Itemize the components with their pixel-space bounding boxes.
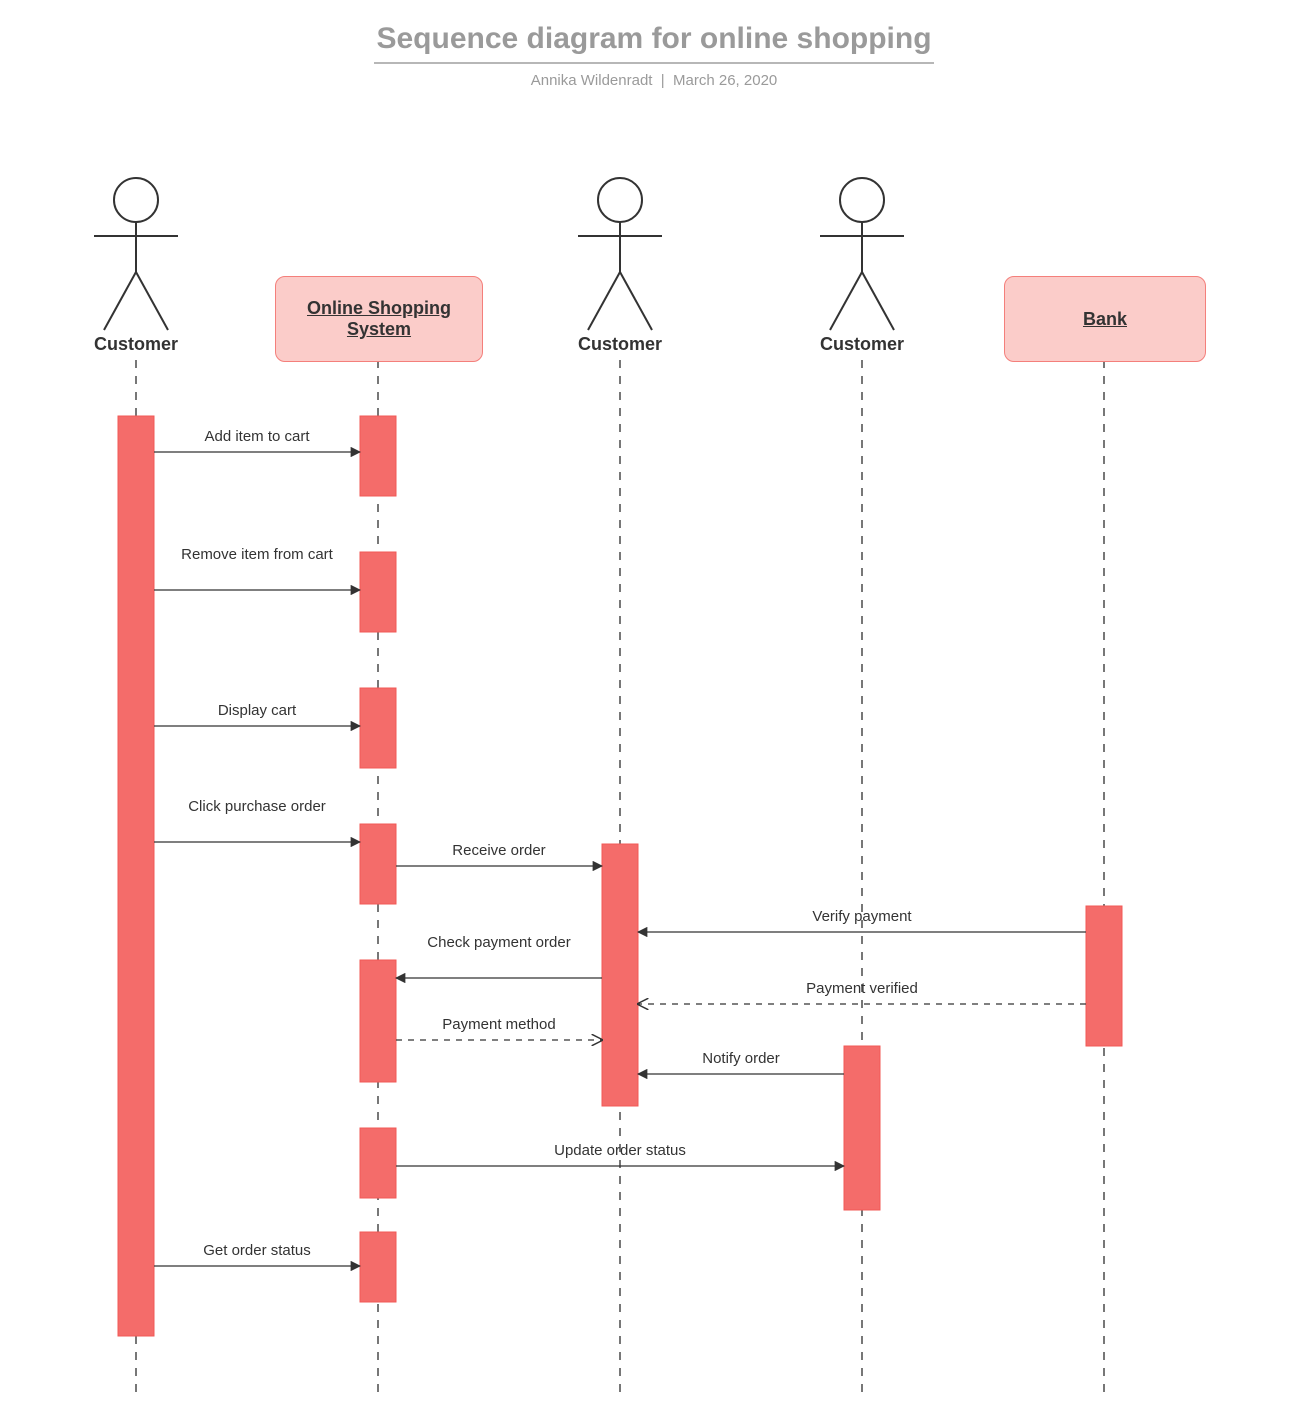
message-label: Add item to cart xyxy=(154,428,360,445)
message-label: Check payment order xyxy=(396,934,602,951)
activation-customer3 xyxy=(844,1046,880,1210)
object-header-label-bank: Bank xyxy=(1083,309,1127,330)
activation-customer2 xyxy=(602,844,638,1106)
activation-customer1 xyxy=(118,416,154,1336)
message-label: Verify payment xyxy=(638,908,1086,925)
activation-system xyxy=(360,1232,396,1302)
message-label: Notify order xyxy=(638,1050,844,1067)
actor-label-customer1: Customer xyxy=(71,334,201,355)
object-header-label-system: Online Shopping System xyxy=(276,298,482,340)
message-label: Remove item from cart xyxy=(154,546,360,563)
activation-system xyxy=(360,552,396,632)
activation-system xyxy=(360,688,396,768)
activation-system xyxy=(360,1128,396,1198)
actor-label-customer2: Customer xyxy=(555,334,685,355)
message-label: Click purchase order xyxy=(154,798,360,815)
activation-system xyxy=(360,416,396,496)
message-label: Payment method xyxy=(396,1016,602,1033)
activation-system xyxy=(360,960,396,1082)
message-label: Payment verified xyxy=(638,980,1086,997)
message-label: Display cart xyxy=(154,702,360,719)
object-header-system: Online Shopping System xyxy=(275,276,483,362)
actor-label-customer3: Customer xyxy=(797,334,927,355)
activation-system xyxy=(360,824,396,904)
message-label: Receive order xyxy=(396,842,602,859)
message-label: Update order status xyxy=(396,1142,844,1159)
object-header-bank: Bank xyxy=(1004,276,1206,362)
message-label: Get order status xyxy=(154,1242,360,1259)
activation-bank xyxy=(1086,906,1122,1046)
